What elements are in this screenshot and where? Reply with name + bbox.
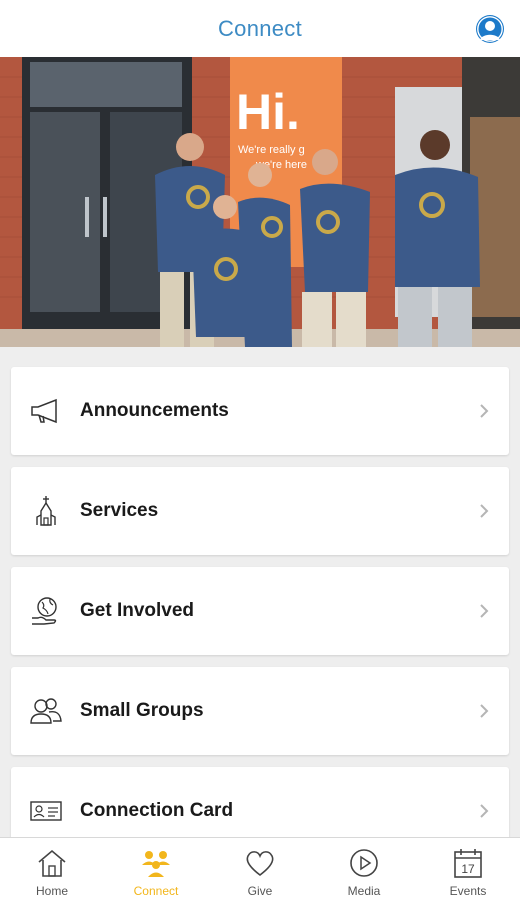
top-nav-bar: Connect bbox=[0, 0, 520, 57]
menu-item-label: Get Involved bbox=[80, 600, 195, 621]
calendar-icon: 17 bbox=[451, 846, 485, 880]
banner-line-1: We're really g bbox=[238, 144, 305, 156]
menu-item-announcements[interactable]: Announcements bbox=[11, 367, 509, 455]
menu-item-connection-card[interactable]: Connection Card bbox=[11, 767, 509, 837]
menu-item-label: Connection Card bbox=[80, 800, 234, 821]
profile-avatar-icon[interactable] bbox=[476, 15, 504, 43]
home-icon bbox=[35, 846, 69, 880]
tab-media[interactable]: Media bbox=[312, 838, 416, 901]
tab-give[interactable]: Give bbox=[208, 838, 312, 901]
play-icon bbox=[347, 846, 381, 880]
calendar-day: 17 bbox=[461, 862, 475, 876]
heart-icon bbox=[243, 846, 277, 880]
id-card-icon bbox=[29, 794, 63, 828]
hero-photo: Hi. We're really g we're here bbox=[0, 57, 520, 347]
tab-label: Media bbox=[347, 884, 381, 898]
people-icon bbox=[29, 694, 63, 728]
menu-item-services[interactable]: Services bbox=[11, 467, 509, 555]
chevron-right-icon bbox=[480, 604, 489, 618]
tab-events[interactable]: 17 Events bbox=[416, 838, 520, 901]
chevron-right-icon bbox=[480, 404, 489, 418]
tab-label: Home bbox=[35, 884, 68, 898]
chevron-right-icon bbox=[480, 804, 489, 818]
church-icon bbox=[29, 494, 63, 528]
banner-big-text: Hi. bbox=[236, 84, 300, 140]
tab-label: Connect bbox=[133, 884, 179, 898]
globe-hand-icon bbox=[29, 594, 63, 628]
chevron-right-icon bbox=[480, 704, 489, 718]
tab-home[interactable]: Home bbox=[0, 838, 104, 901]
menu-item-label: Announcements bbox=[80, 400, 229, 421]
tab-connect[interactable]: Connect bbox=[104, 838, 208, 901]
people-group-icon bbox=[139, 846, 173, 880]
menu-item-small-groups[interactable]: Small Groups bbox=[11, 667, 509, 755]
menu-item-label: Services bbox=[80, 500, 159, 521]
connect-menu-list: Announcements Services Get Involved Smal… bbox=[0, 347, 520, 837]
menu-item-label: Small Groups bbox=[80, 700, 204, 721]
tab-label: Give bbox=[247, 884, 273, 898]
chevron-right-icon bbox=[480, 504, 489, 518]
page-title: Connect bbox=[217, 15, 303, 41]
menu-item-get-involved[interactable]: Get Involved bbox=[11, 567, 509, 655]
tab-label: Events bbox=[449, 884, 487, 898]
bottom-tab-bar: Home Connect Give Media 17 Events bbox=[0, 837, 520, 901]
megaphone-icon bbox=[29, 394, 63, 428]
